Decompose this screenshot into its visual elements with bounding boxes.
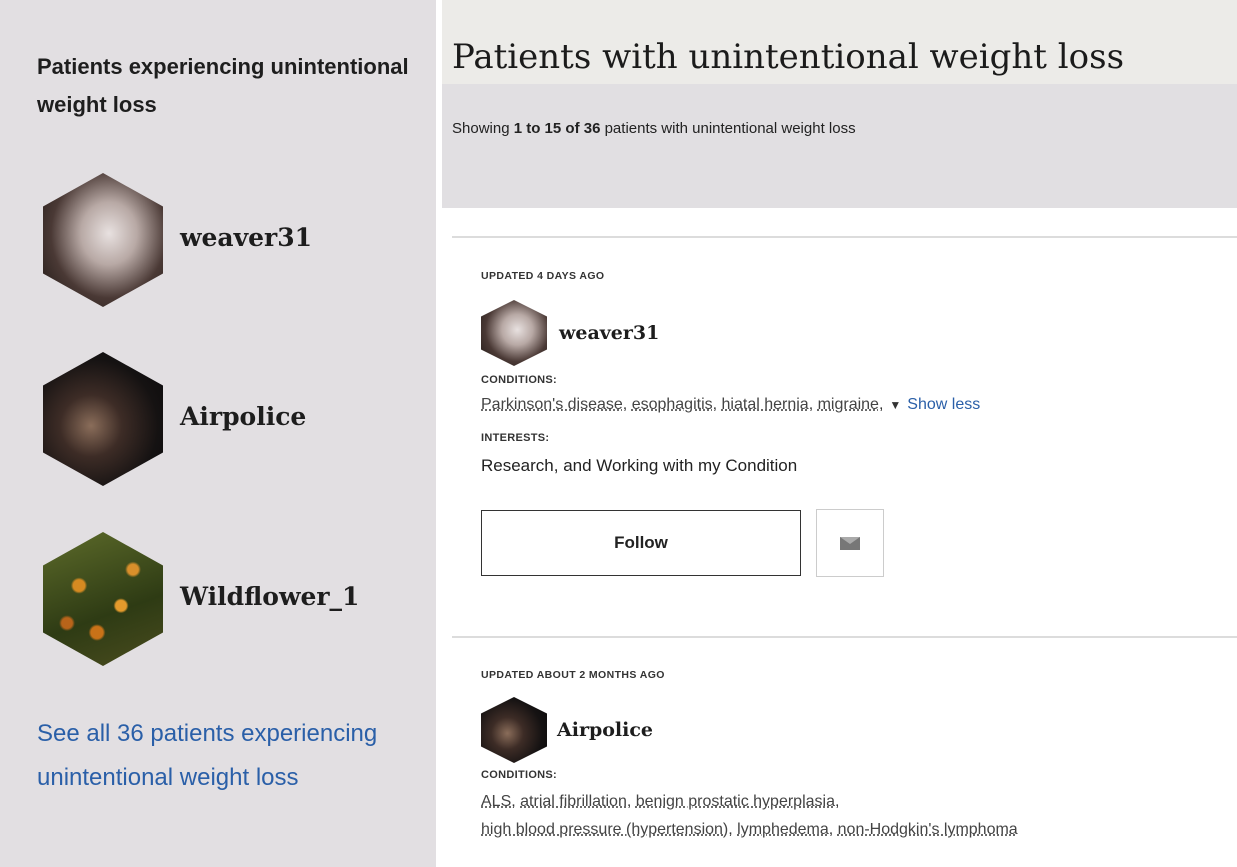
condition-link[interactable]: migraine <box>818 396 879 413</box>
flower-photo-icon[interactable] <box>43 532 163 666</box>
caret-up-icon[interactable]: ▼ <box>889 398 901 412</box>
see-all-patients-link[interactable]: See all 36 patients experiencing uninten… <box>37 712 417 800</box>
profile-photo-icon[interactable] <box>481 300 547 366</box>
condition-link[interactable]: non-Hodgkin's lymphoma <box>838 821 1018 838</box>
results-range: 1 to 15 of 36 <box>513 120 601 137</box>
results-summary: Showing 1 to 15 of 36 patients with unin… <box>452 120 856 137</box>
patient-username[interactable]: weaver31 <box>559 322 659 344</box>
condition-link[interactable]: atrial fibrillation <box>520 793 627 810</box>
results-summary-band: Showing 1 to 15 of 36 patients with unin… <box>442 84 1237 208</box>
profile-photo-icon[interactable] <box>481 697 547 763</box>
conditions-list: high blood pressure (hypertension), lymp… <box>481 821 1018 838</box>
updated-timestamp: UPDATED ABOUT 2 MONTHS AGO <box>481 669 665 681</box>
divider <box>452 236 1237 238</box>
patient-card: UPDATED ABOUT 2 MONTHS AGO Airpolice CON… <box>481 669 1237 838</box>
condition-link[interactable]: Parkinson's disease <box>481 396 623 413</box>
condition-link[interactable]: esophagitis <box>632 396 713 413</box>
condition-link[interactable]: lymphedema <box>737 821 829 838</box>
profile-photo-icon[interactable] <box>43 173 163 307</box>
condition-link[interactable]: benign prostatic hyperplasia <box>636 793 835 810</box>
divider <box>452 636 1237 638</box>
condition-link[interactable]: high blood pressure (hypertension) <box>481 821 728 838</box>
patient-card: UPDATED 4 DAYS AGO weaver31 CONDITIONS: … <box>481 270 1237 577</box>
conditions-label: CONDITIONS: <box>481 374 558 386</box>
message-button[interactable] <box>816 509 884 577</box>
sidebar-patient-name[interactable]: weaver31 <box>180 223 312 252</box>
sidebar: Patients experiencing unintentional weig… <box>0 0 436 867</box>
interests-label: INTERESTS: <box>481 432 550 444</box>
conditions-list: Parkinson's disease, esophagitis, hiatal… <box>481 396 981 413</box>
sidebar-patient-weaver31[interactable]: weaver31 <box>43 173 423 307</box>
patient-username[interactable]: Airpolice <box>557 719 653 741</box>
patient-profile[interactable]: Airpolice <box>481 697 781 763</box>
follow-button[interactable]: Follow <box>481 510 801 576</box>
show-less-link[interactable]: Show less <box>907 396 980 413</box>
sidebar-title: Patients experiencing unintentional weig… <box>37 54 409 117</box>
conditions-list: ALS, atrial fibrillation, benign prostat… <box>481 793 840 810</box>
profile-photo-icon[interactable] <box>43 352 163 486</box>
envelope-icon <box>840 536 860 550</box>
sidebar-patient-airpolice[interactable]: Airpolice <box>43 352 423 486</box>
sidebar-patient-name[interactable]: Airpolice <box>180 402 306 431</box>
sidebar-patient-name[interactable]: Wildflower_1 <box>180 582 359 611</box>
conditions-label: CONDITIONS: <box>481 769 558 781</box>
updated-timestamp: UPDATED 4 DAYS AGO <box>481 270 605 282</box>
condition-link[interactable]: ALS <box>481 793 511 810</box>
page-title: Patients with unintentional weight loss <box>452 36 1125 77</box>
condition-link[interactable]: hiatal hernia <box>722 396 809 413</box>
patient-profile[interactable]: weaver31 <box>481 300 781 366</box>
sidebar-patient-wildflower[interactable]: Wildflower_1 <box>43 532 423 666</box>
interests-text: Research, and Working with my Condition <box>481 456 798 475</box>
